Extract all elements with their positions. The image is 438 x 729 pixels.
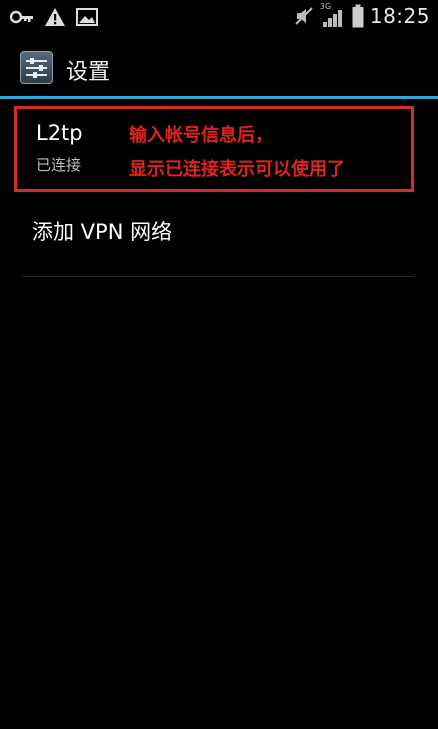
action-bar-divider (0, 96, 438, 99)
annotation-line-1: 输入帐号信息后， (129, 125, 273, 146)
list-divider (22, 276, 414, 277)
vpn-profile-name: L2tp (36, 121, 83, 145)
annotation-line-2: 显示已连接表示可以使用了 (129, 159, 345, 180)
image-icon (76, 8, 98, 26)
mute-icon (295, 7, 313, 25)
battery-icon (352, 4, 364, 28)
add-vpn-network-item[interactable]: 添加 VPN 网络 (22, 200, 414, 276)
status-bar: 3G 18:25 (0, 0, 438, 34)
vpn-profile-status: 已连接 (36, 156, 82, 174)
action-bar: 设置 (0, 34, 438, 96)
signal-icon: 3G (320, 2, 346, 28)
status-bar-right: 3G 18:25 (294, 2, 430, 28)
warning-icon (45, 8, 65, 26)
key-icon (10, 10, 33, 24)
settings-sliders-icon[interactable] (20, 51, 53, 84)
vpn-profile-item[interactable]: L2tp 已连接 输入帐号信息后， 显示已连接表示可以使用了 (14, 106, 414, 192)
status-bar-left (10, 7, 98, 27)
add-vpn-network-label: 添加 VPN 网络 (32, 220, 173, 244)
page-title: 设置 (66, 60, 111, 85)
clock: 18:25 (369, 4, 430, 28)
